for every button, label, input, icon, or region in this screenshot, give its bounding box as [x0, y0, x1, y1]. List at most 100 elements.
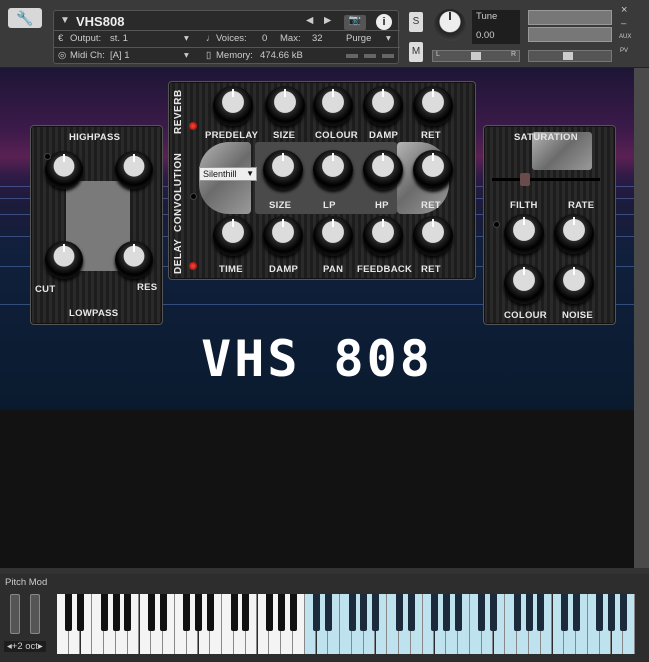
pv-button[interactable]: PV: [620, 48, 628, 54]
delay-time-knob[interactable]: [213, 216, 253, 256]
saturation-slider-handle[interactable]: [520, 173, 530, 186]
black-key[interactable]: [619, 594, 627, 631]
black-key[interactable]: [513, 594, 521, 631]
next-arrow-icon[interactable]: ▶: [324, 15, 331, 26]
black-key[interactable]: [124, 594, 132, 631]
reverb-power-led[interactable]: [189, 122, 197, 130]
convolution-lp-knob[interactable]: [313, 150, 353, 190]
black-key[interactable]: [159, 594, 167, 631]
piano-keyboard[interactable]: [57, 574, 639, 662]
delay-title: DELAY: [173, 238, 184, 274]
black-key[interactable]: [324, 594, 332, 631]
noise-knob[interactable]: [554, 264, 594, 304]
black-key[interactable]: [360, 594, 368, 631]
delay-feedback-knob[interactable]: [363, 216, 403, 256]
highpass-res-knob[interactable]: [115, 151, 153, 189]
saturation-slider[interactable]: [492, 173, 600, 186]
volume-handle[interactable]: [563, 52, 573, 60]
black-key[interactable]: [608, 594, 616, 631]
lowpass-res-knob[interactable]: [115, 241, 153, 279]
black-key[interactable]: [431, 594, 439, 631]
pitch-wheel[interactable]: [10, 594, 20, 634]
delay-power-led[interactable]: [189, 262, 197, 270]
dropdown-arrow-icon[interactable]: ▼: [246, 168, 254, 180]
black-key[interactable]: [596, 594, 604, 631]
reverb-ret-knob[interactable]: [413, 86, 453, 126]
delay-pan-knob[interactable]: [313, 216, 353, 256]
black-key[interactable]: [490, 594, 498, 631]
black-key[interactable]: [313, 594, 321, 631]
output-dropdown-icon[interactable]: ▾: [184, 33, 189, 44]
reverb-colour-knob[interactable]: [313, 86, 353, 126]
solo-button[interactable]: S: [409, 12, 423, 32]
pan-handle[interactable]: [471, 52, 481, 60]
delay-ret-knob[interactable]: [413, 216, 453, 256]
black-key[interactable]: [372, 594, 380, 631]
rate-knob[interactable]: [554, 214, 594, 254]
convolution-size-knob[interactable]: [263, 150, 303, 190]
pan-slider[interactable]: L R: [432, 50, 520, 62]
black-key[interactable]: [537, 594, 545, 631]
reverb-size-knob[interactable]: [265, 86, 305, 126]
mute-button[interactable]: M: [409, 42, 423, 62]
midi-dropdown-icon[interactable]: ▾: [184, 50, 189, 61]
black-key[interactable]: [77, 594, 85, 631]
prev-arrow-icon[interactable]: ◀: [306, 15, 313, 26]
max-voices-value[interactable]: 32: [312, 33, 323, 44]
black-key[interactable]: [572, 594, 580, 631]
black-key[interactable]: [100, 594, 108, 631]
purge-button[interactable]: Purge: [346, 33, 371, 44]
black-key[interactable]: [183, 594, 191, 631]
black-key[interactable]: [525, 594, 533, 631]
midi-channel-select[interactable]: [A] 1: [110, 50, 180, 61]
black-key[interactable]: [242, 594, 250, 631]
mod-wheel[interactable]: [30, 594, 40, 634]
black-key[interactable]: [442, 594, 450, 631]
convolution-hp-knob[interactable]: [363, 150, 403, 190]
octave-shift-control[interactable]: ◂+2 oct▸: [4, 641, 46, 652]
volume-slider[interactable]: [528, 50, 612, 62]
voices-label: Voices:: [216, 33, 247, 44]
black-key[interactable]: [478, 594, 486, 631]
info-icon[interactable]: i: [376, 14, 392, 30]
black-key[interactable]: [277, 594, 285, 631]
black-key[interactable]: [65, 594, 73, 631]
purge-dropdown-icon[interactable]: ▾: [386, 33, 391, 44]
black-key[interactable]: [112, 594, 120, 631]
instrument-name[interactable]: VHS808: [76, 14, 124, 29]
black-key[interactable]: [289, 594, 297, 631]
vertical-scrollbar[interactable]: [634, 68, 649, 568]
convolution-lp-label: LP: [323, 200, 336, 211]
filth-knob[interactable]: [504, 214, 544, 254]
wrench-icon[interactable]: 🔧: [8, 8, 42, 28]
black-key[interactable]: [206, 594, 214, 631]
octave-up-arrow-icon[interactable]: ▸: [38, 641, 43, 652]
camera-icon[interactable]: 📷: [344, 15, 366, 30]
black-key[interactable]: [265, 594, 273, 631]
black-key[interactable]: [454, 594, 462, 631]
output-select[interactable]: st. 1: [110, 33, 190, 44]
convolution-ret-knob[interactable]: [413, 150, 453, 190]
black-key[interactable]: [407, 594, 415, 631]
collapse-arrow-icon[interactable]: ▼: [60, 15, 70, 26]
lowpass-cut-knob[interactable]: [45, 241, 83, 279]
black-key[interactable]: [147, 594, 155, 631]
tune-knob[interactable]: [434, 9, 466, 41]
black-key[interactable]: [395, 594, 403, 631]
tune-value[interactable]: 0.00: [476, 30, 495, 41]
aux-button[interactable]: AUX: [619, 34, 631, 40]
reverb-predelay-knob[interactable]: [213, 86, 253, 126]
midi-label: Midi Ch:: [70, 50, 105, 61]
black-key[interactable]: [195, 594, 203, 631]
convolution-preset-select[interactable]: Silenthill ▼: [199, 167, 257, 181]
highpass-cut-knob[interactable]: [45, 151, 83, 189]
delay-ret-label: RET: [421, 264, 441, 275]
black-key[interactable]: [348, 594, 356, 631]
reverb-damp-knob[interactable]: [363, 86, 403, 126]
colour-knob[interactable]: [504, 264, 544, 304]
black-key[interactable]: [230, 594, 238, 631]
close-button[interactable]: ×: [621, 4, 627, 16]
black-key[interactable]: [560, 594, 568, 631]
delay-damp-knob[interactable]: [263, 216, 303, 256]
minimize-button[interactable]: –: [621, 18, 626, 29]
